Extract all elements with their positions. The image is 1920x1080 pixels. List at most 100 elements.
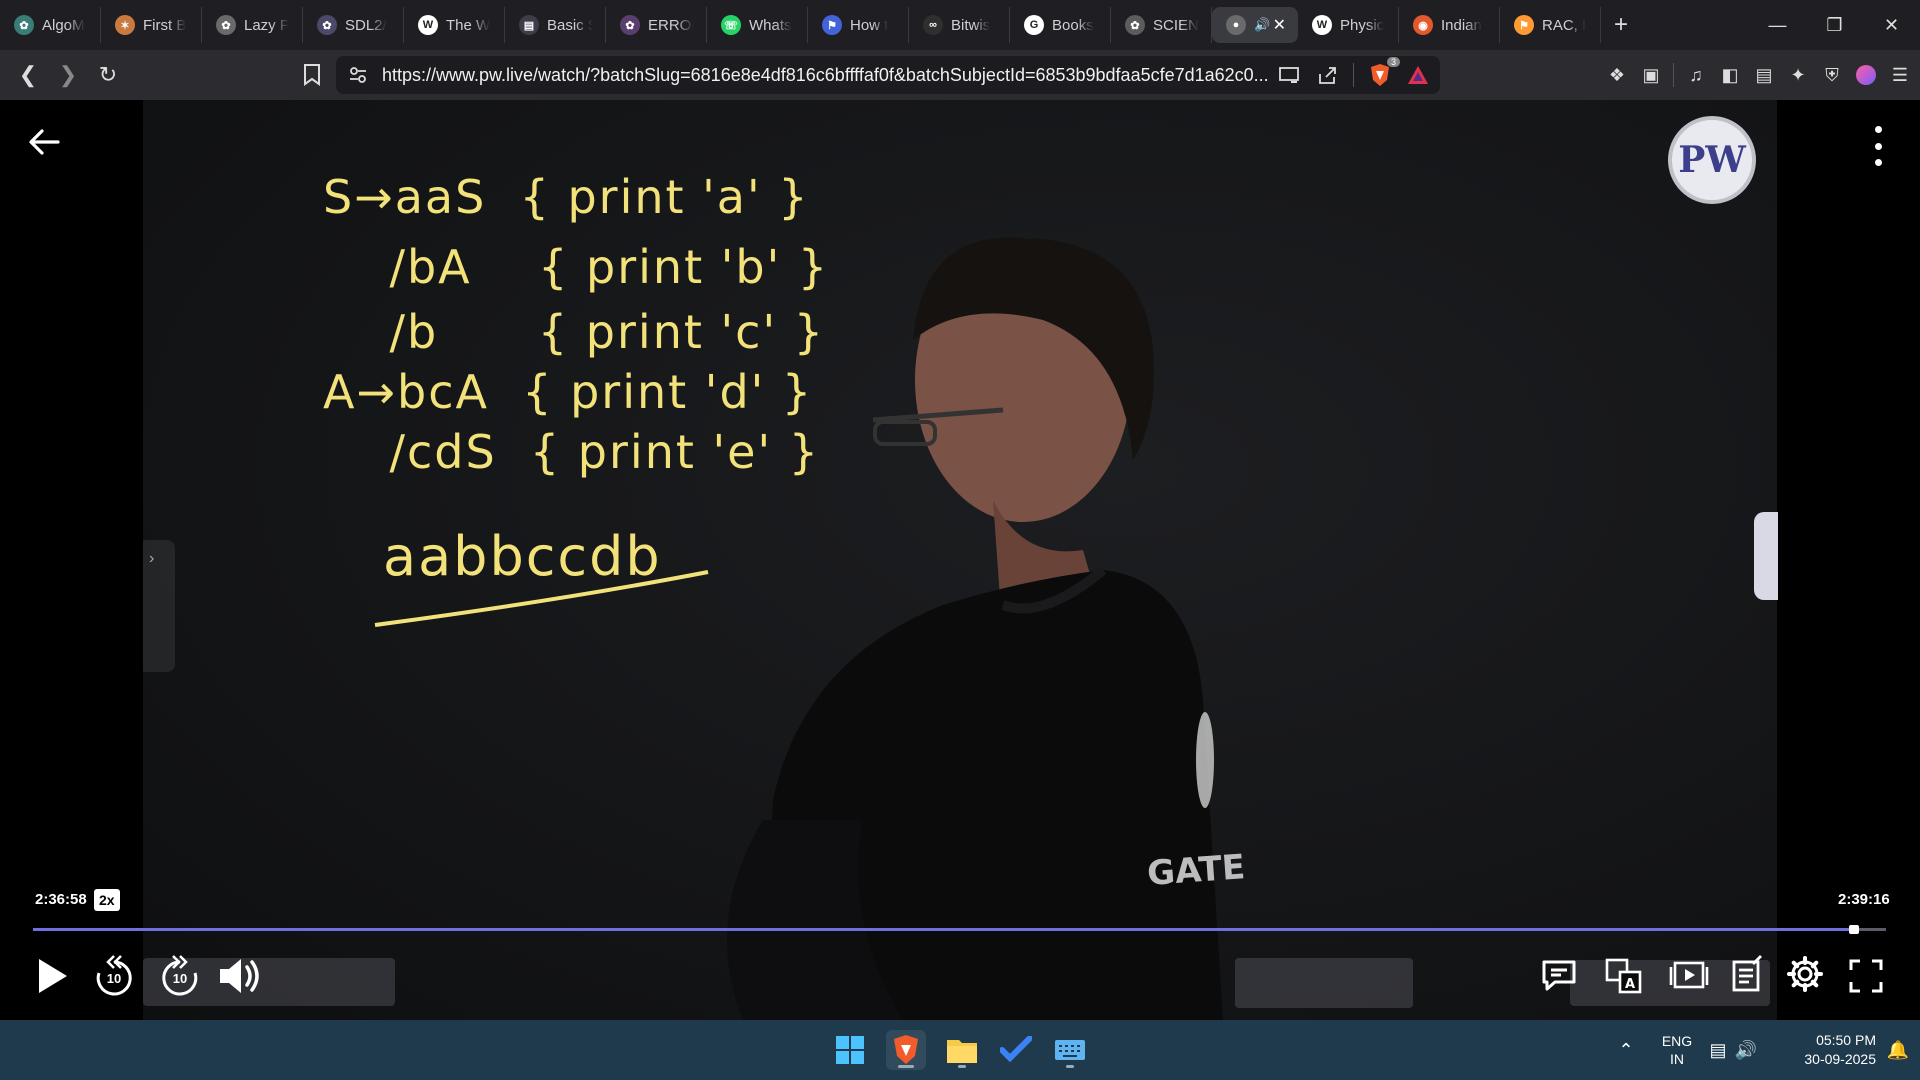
tab-13[interactable]: ● 🔊 ✕ xyxy=(1212,7,1298,43)
notes-icon[interactable] xyxy=(1728,952,1768,996)
todo-icon[interactable] xyxy=(996,1030,1036,1070)
page-icon: ▤ xyxy=(519,15,539,35)
video-overlay-widgets xyxy=(1235,958,1413,1008)
sidebar-icon[interactable]: ◧ xyxy=(1718,63,1742,87)
tab-14[interactable]: W Physic xyxy=(1298,7,1399,43)
windows-start-icon[interactable] xyxy=(830,1030,870,1070)
file-explorer-icon[interactable] xyxy=(942,1030,982,1070)
chat-icon[interactable] xyxy=(1540,956,1578,996)
chatgpt-icon: ✿ xyxy=(317,15,337,35)
left-drawer-handle[interactable]: › xyxy=(143,540,175,672)
tab-title: Indian xyxy=(1441,16,1482,34)
seek-bar-handle[interactable] xyxy=(1848,925,1859,934)
settings-gear-icon[interactable] xyxy=(1784,952,1826,996)
menu-icon[interactable]: ☰ xyxy=(1888,63,1912,87)
notification-bell-icon[interactable]: 🔔 xyxy=(1876,1040,1920,1061)
bookmark-icon[interactable] xyxy=(294,57,330,93)
language-indicator[interactable]: ENG IN xyxy=(1650,1032,1704,1068)
back-icon[interactable]: ❮ xyxy=(10,57,46,93)
tab-title: SDL2/ xyxy=(345,16,387,34)
extensions-icon[interactable]: ❖ xyxy=(1605,63,1629,87)
tab-6[interactable]: ▤ Basic S xyxy=(505,7,606,43)
board-line-3: /b { print 'c' } xyxy=(323,305,825,359)
tab-title: The W xyxy=(446,16,491,34)
fullscreen-icon[interactable] xyxy=(1846,956,1886,996)
tab-5[interactable]: W The W xyxy=(404,7,505,43)
browser-toolbar: ❮ ❯ ↻ https://www.pw.live/watch/?batchSl… xyxy=(0,50,1920,100)
chatgpt-icon: ✿ xyxy=(14,15,34,35)
claude-icon: ✶ xyxy=(115,15,135,35)
window-controls: — ❐ ✕ xyxy=(1749,0,1920,50)
tab-title: ERROI xyxy=(648,16,694,34)
google-icon: G xyxy=(1024,15,1044,35)
svg-text:GATE: GATE xyxy=(1146,847,1247,894)
tab-10[interactable]: ∞ Bitwis xyxy=(909,7,1010,43)
tab-8[interactable]: ☏ Whats xyxy=(707,7,808,43)
minimize-icon[interactable]: — xyxy=(1749,0,1806,50)
tab-7[interactable]: ✿ ERROI xyxy=(606,7,707,43)
tab-12[interactable]: ✿ SCIEN xyxy=(1111,7,1212,43)
volume-icon[interactable] xyxy=(218,952,264,1000)
cast-icon[interactable] xyxy=(1277,63,1301,87)
address-bar[interactable]: https://www.pw.live/watch/?batchSlug=681… xyxy=(336,56,1440,94)
rewind-label: 10 xyxy=(106,971,122,986)
tab-3[interactable]: ✿ Lazy F xyxy=(202,7,303,43)
audio-playing-icon[interactable]: 🔊 xyxy=(1254,17,1270,33)
search-page-icon[interactable]: ▣ xyxy=(1639,63,1663,87)
tab-16[interactable]: ⚑ RAC, I xyxy=(1500,7,1601,43)
forward-icon[interactable]: ❯ xyxy=(50,57,86,93)
new-tab-button[interactable]: + xyxy=(1601,11,1641,39)
tab-1[interactable]: ✿ AlgoM xyxy=(0,7,101,43)
network-icon[interactable]: ▤ xyxy=(1704,1040,1732,1061)
site-settings-icon[interactable] xyxy=(348,65,368,90)
speaker-icon[interactable]: 🔊 xyxy=(1732,1040,1760,1061)
tab-15[interactable]: ◉ Indian xyxy=(1399,7,1500,43)
media-icon[interactable]: ♫ xyxy=(1684,63,1708,87)
pw-icon: ● xyxy=(1226,15,1246,35)
lang-top: ENG xyxy=(1661,1033,1693,1049)
keyboard-icon[interactable] xyxy=(1050,1030,1090,1070)
brave-browser-icon[interactable] xyxy=(886,1030,926,1070)
seek-bar[interactable] xyxy=(33,925,1886,934)
share-icon[interactable] xyxy=(1315,63,1339,87)
more-options-icon[interactable] xyxy=(1868,126,1888,166)
playlist-icon[interactable] xyxy=(1668,956,1710,996)
right-drawer-handle[interactable] xyxy=(1754,512,1778,600)
clock-time: 05:50 PM xyxy=(1816,1032,1876,1048)
close-tab-icon[interactable]: ✕ xyxy=(1273,15,1286,35)
whatsapp-icon: ☏ xyxy=(721,15,741,35)
tab-title: How t xyxy=(850,16,889,34)
chatgpt-icon: ✿ xyxy=(216,15,236,35)
forward-10-icon[interactable]: 10 xyxy=(158,952,202,1000)
restore-icon[interactable]: ❐ xyxy=(1806,0,1863,50)
close-window-icon[interactable]: ✕ xyxy=(1863,0,1920,50)
tab-9[interactable]: ⚑ How t xyxy=(808,7,909,43)
pw-logo: PW xyxy=(1668,116,1756,204)
tab-2[interactable]: ✶ First B xyxy=(101,7,202,43)
chatgpt-icon: ✿ xyxy=(620,15,640,35)
profile-icon[interactable] xyxy=(1854,63,1878,87)
tab-4[interactable]: ✿ SDL2/ xyxy=(303,7,404,43)
tab-title: First B xyxy=(143,16,187,34)
clock-date: 30-09-2025 xyxy=(1804,1051,1876,1067)
leo-ai-icon[interactable]: ✦ xyxy=(1786,63,1810,87)
tray-overflow-icon[interactable]: ⌃ xyxy=(1606,1040,1646,1061)
tab-11[interactable]: G Books xyxy=(1010,7,1111,43)
translate-icon[interactable]: A xyxy=(1604,956,1644,996)
duration: 2:39:16 xyxy=(1838,891,1890,908)
forward-label: 10 xyxy=(172,971,188,986)
brave-rewards-icon[interactable] xyxy=(1406,63,1430,87)
video-player[interactable]: GATE S→aaS { print 'a' } /bA { print 'b'… xyxy=(0,100,1920,1020)
play-icon[interactable] xyxy=(32,952,72,1000)
wikipedia-icon: W xyxy=(1312,15,1332,35)
speed-badge[interactable]: 2x xyxy=(94,889,120,911)
vpn-icon[interactable]: ⛨ xyxy=(1820,63,1844,87)
reload-icon[interactable]: ↻ xyxy=(90,57,126,93)
board-line-5: /cdS { print 'e' } xyxy=(323,425,820,479)
clock[interactable]: 05:50 PM 30-09-2025 xyxy=(1766,1031,1876,1069)
wallet-icon[interactable]: ▤ xyxy=(1752,63,1776,87)
tab-title: Basic S xyxy=(547,16,593,34)
brave-shield-icon[interactable]: 3 xyxy=(1368,57,1400,87)
rewind-10-icon[interactable]: 10 xyxy=(92,952,136,1000)
back-arrow-icon[interactable] xyxy=(24,122,64,162)
